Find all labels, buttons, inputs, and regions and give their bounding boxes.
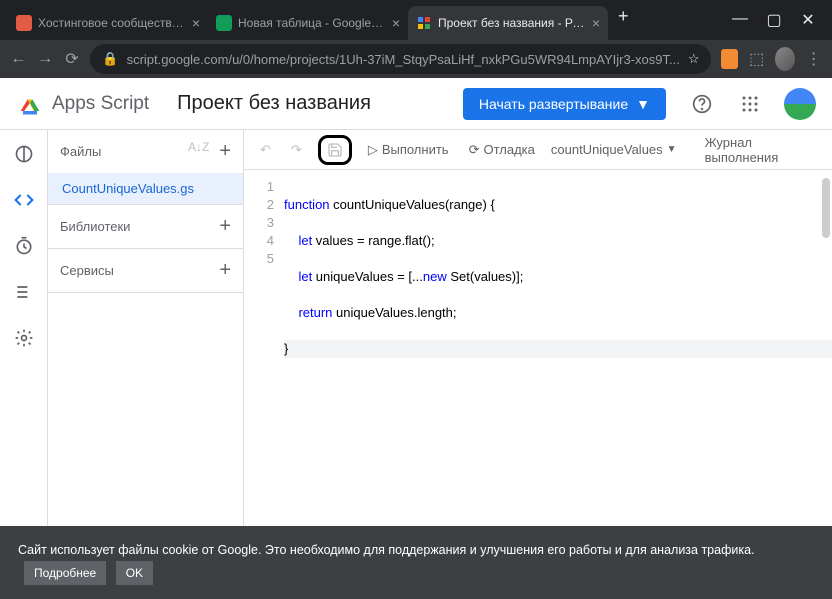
menu-icon[interactable]: ⋮ [805, 49, 822, 69]
close-window-icon[interactable]: ✕ [800, 10, 816, 30]
sort-icon[interactable]: A↓Z [188, 140, 209, 163]
add-library-icon[interactable]: + [219, 215, 231, 238]
triggers-icon[interactable] [12, 234, 36, 258]
close-icon[interactable]: × [192, 15, 200, 31]
code-token: Set(values)]; [447, 269, 524, 284]
overview-icon[interactable] [12, 142, 36, 166]
code-token: values = range.flat(); [312, 233, 434, 248]
code-token: new [423, 269, 447, 284]
line-number: 4 [244, 232, 274, 250]
line-number: 3 [244, 214, 274, 232]
star-icon[interactable]: ☆ [688, 51, 700, 67]
user-avatar[interactable] [784, 88, 816, 120]
help-icon[interactable] [690, 92, 714, 116]
code-token: let [284, 269, 312, 284]
extensions-icon[interactable]: ⬚ [748, 49, 765, 69]
code-token: countUniqueValues(range) [330, 197, 491, 212]
logo-text: Apps Script [52, 93, 149, 115]
logo-icon [16, 90, 44, 118]
new-tab-button[interactable]: + [608, 6, 639, 40]
save-button[interactable] [318, 135, 352, 165]
tab-title: Хостинговое сообщество «Tim [38, 16, 186, 30]
tab-title: Новая таблица - Google Табли [238, 16, 386, 30]
code-token: uniqueValues = [... [312, 269, 423, 284]
close-icon[interactable]: × [592, 15, 600, 31]
code-token: { [490, 197, 494, 212]
code-token: } [284, 341, 288, 356]
libraries-section: Библиотеки + [48, 204, 243, 249]
code-token: uniqueValues.length; [332, 305, 456, 320]
cookie-more-button[interactable]: Подробнее [24, 561, 106, 585]
minimize-icon[interactable]: — [732, 10, 748, 30]
browser-tab-3[interactable]: Проект без названия - Редакт × [408, 6, 608, 40]
file-item[interactable]: CountUniqueValues.gs [48, 173, 243, 204]
code-token: function [284, 197, 330, 212]
app-content: Apps Script Проект без названия Начать р… [0, 78, 832, 599]
cookie-ok-button[interactable]: OK [116, 561, 153, 585]
undo-icon[interactable]: ↶ [256, 138, 275, 162]
browser-tabs: Хостинговое сообщество «Tim × Новая табл… [8, 0, 732, 40]
tab-favicon-icon [216, 15, 232, 31]
files-label: Файлы [60, 144, 101, 159]
window-controls: — ▢ ✕ [732, 10, 824, 30]
services-label: Сервисы [60, 263, 114, 278]
add-service-icon[interactable]: + [219, 259, 231, 282]
executions-icon[interactable] [12, 280, 36, 304]
tab-favicon-icon [16, 15, 32, 31]
code-token: let [284, 233, 312, 248]
address-bar[interactable]: 🔒 script.google.com/u/0/home/projects/1U… [90, 44, 711, 74]
browser-toolbar: ← → ⟳ 🔒 script.google.com/u/0/home/proje… [0, 40, 832, 78]
url-text: script.google.com/u/0/home/projects/1Uh-… [127, 52, 680, 67]
tab-favicon-icon [416, 15, 432, 31]
libraries-label: Библиотеки [60, 219, 130, 234]
chevron-down-icon: ▼ [667, 144, 677, 155]
browser-tab-2[interactable]: Новая таблица - Google Табли × [208, 6, 408, 40]
lock-icon: 🔒 [102, 51, 118, 67]
cookie-text: Сайт использует файлы cookie от Google. … [18, 543, 755, 557]
apps-grid-icon[interactable] [738, 92, 762, 116]
function-name: countUniqueValues [551, 142, 663, 157]
execution-log-button[interactable]: Журнал выполнения [701, 131, 820, 169]
files-section: Файлы A↓Z + [48, 130, 243, 173]
deploy-label: Начать развертывание [479, 96, 628, 112]
browser-titlebar: Хостинговое сообщество «Tim × Новая табл… [0, 0, 832, 40]
line-number: 2 [244, 196, 274, 214]
back-icon[interactable]: ← [10, 50, 27, 68]
services-section: Сервисы + [48, 249, 243, 293]
debug-button[interactable]: ⟳ Отладка [465, 138, 539, 162]
app-header: Apps Script Проект без названия Начать р… [0, 78, 832, 130]
line-number: 1 [244, 178, 274, 196]
scrollbar[interactable] [822, 178, 830, 238]
redo-icon[interactable]: ↷ [287, 138, 306, 162]
line-number: 5 [244, 250, 274, 268]
debug-label: Отладка [483, 142, 534, 157]
maximize-icon[interactable]: ▢ [766, 10, 782, 30]
deploy-button[interactable]: Начать развертывание ▼ [463, 88, 666, 120]
function-selector[interactable]: countUniqueValues ▼ [551, 142, 677, 157]
editor-toolbar: ↶ ↷ ▷ Выполнить ⟳ Отладка countUniqueVal… [244, 130, 832, 170]
editor-icon[interactable] [12, 188, 36, 212]
close-icon[interactable]: × [392, 15, 400, 31]
tab-title: Проект без названия - Редакт [438, 16, 586, 30]
profile-avatar[interactable] [775, 47, 795, 71]
apps-script-logo[interactable]: Apps Script [16, 90, 149, 118]
add-file-icon[interactable]: + [219, 140, 231, 163]
code-token: return [284, 305, 332, 320]
extension-icon[interactable] [721, 49, 738, 69]
reload-icon[interactable]: ⟳ [64, 49, 81, 69]
settings-icon[interactable] [12, 326, 36, 350]
cookie-banner: Сайт использует файлы cookie от Google. … [0, 526, 832, 599]
project-name[interactable]: Проект без названия [177, 92, 453, 115]
forward-icon[interactable]: → [37, 50, 54, 68]
run-label: Выполнить [382, 142, 449, 157]
browser-tab-1[interactable]: Хостинговое сообщество «Tim × [8, 6, 208, 40]
chevron-down-icon: ▼ [636, 96, 650, 112]
run-button[interactable]: ▷ Выполнить [364, 138, 453, 162]
